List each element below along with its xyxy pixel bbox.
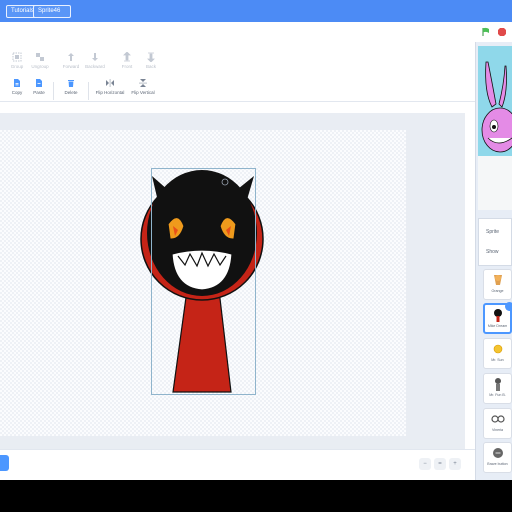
sprite-thumbnail-icon bbox=[493, 309, 502, 322]
sprite-name-label: Sprite bbox=[486, 229, 500, 235]
sprite-name: Vineria bbox=[491, 428, 504, 432]
delete-sprite-icon[interactable] bbox=[505, 302, 512, 311]
sprite-tile[interactable]: Mr. Fun B. bbox=[483, 373, 512, 404]
stop-icon[interactable] bbox=[497, 27, 507, 37]
sprite-tile[interactable]: Brave button bbox=[483, 442, 512, 473]
stage-preview[interactable] bbox=[478, 46, 512, 210]
sprite-name: Mr. Sun bbox=[491, 358, 504, 362]
green-flag-icon[interactable] bbox=[481, 27, 491, 37]
sprite-thumbnail-icon bbox=[492, 448, 503, 458]
stage-controls bbox=[475, 22, 512, 42]
show-label: Show bbox=[486, 249, 499, 255]
sprite-name: Mike Dream bbox=[487, 324, 508, 328]
sprite-name: Brave button bbox=[487, 462, 508, 466]
sprite-thumbnail-icon bbox=[494, 378, 501, 391]
sprite-thumbnail-icon bbox=[493, 344, 502, 354]
rotate-handle-icon[interactable] bbox=[221, 178, 229, 186]
letterbox-bar bbox=[0, 480, 512, 512]
sprite-tile[interactable]: Vineria bbox=[483, 408, 512, 439]
sprite-thumbnail-icon bbox=[490, 415, 505, 423]
selection-box[interactable] bbox=[151, 168, 256, 395]
sprite-name: Orange bbox=[491, 289, 504, 293]
zoom-out-button[interactable]: − bbox=[419, 458, 431, 470]
zoom-in-button[interactable]: + bbox=[449, 458, 461, 470]
pink-rabbit-character bbox=[481, 61, 512, 153]
sprite-thumbnail-icon bbox=[493, 275, 502, 285]
sprite-info-panel: Sprite Show bbox=[478, 218, 512, 266]
sprite-tile[interactable]: Orange bbox=[483, 269, 512, 300]
zoom-reset-button[interactable]: = bbox=[434, 458, 446, 470]
sprite-name: Mr. Fun B. bbox=[489, 393, 506, 397]
canvas-bottom-bar bbox=[0, 449, 475, 480]
costume-artwork[interactable] bbox=[0, 0, 512, 512]
convert-mode-button[interactable] bbox=[0, 455, 9, 471]
stage-floor bbox=[478, 156, 512, 210]
sprite-tile[interactable]: Mr. Sun bbox=[483, 338, 512, 369]
